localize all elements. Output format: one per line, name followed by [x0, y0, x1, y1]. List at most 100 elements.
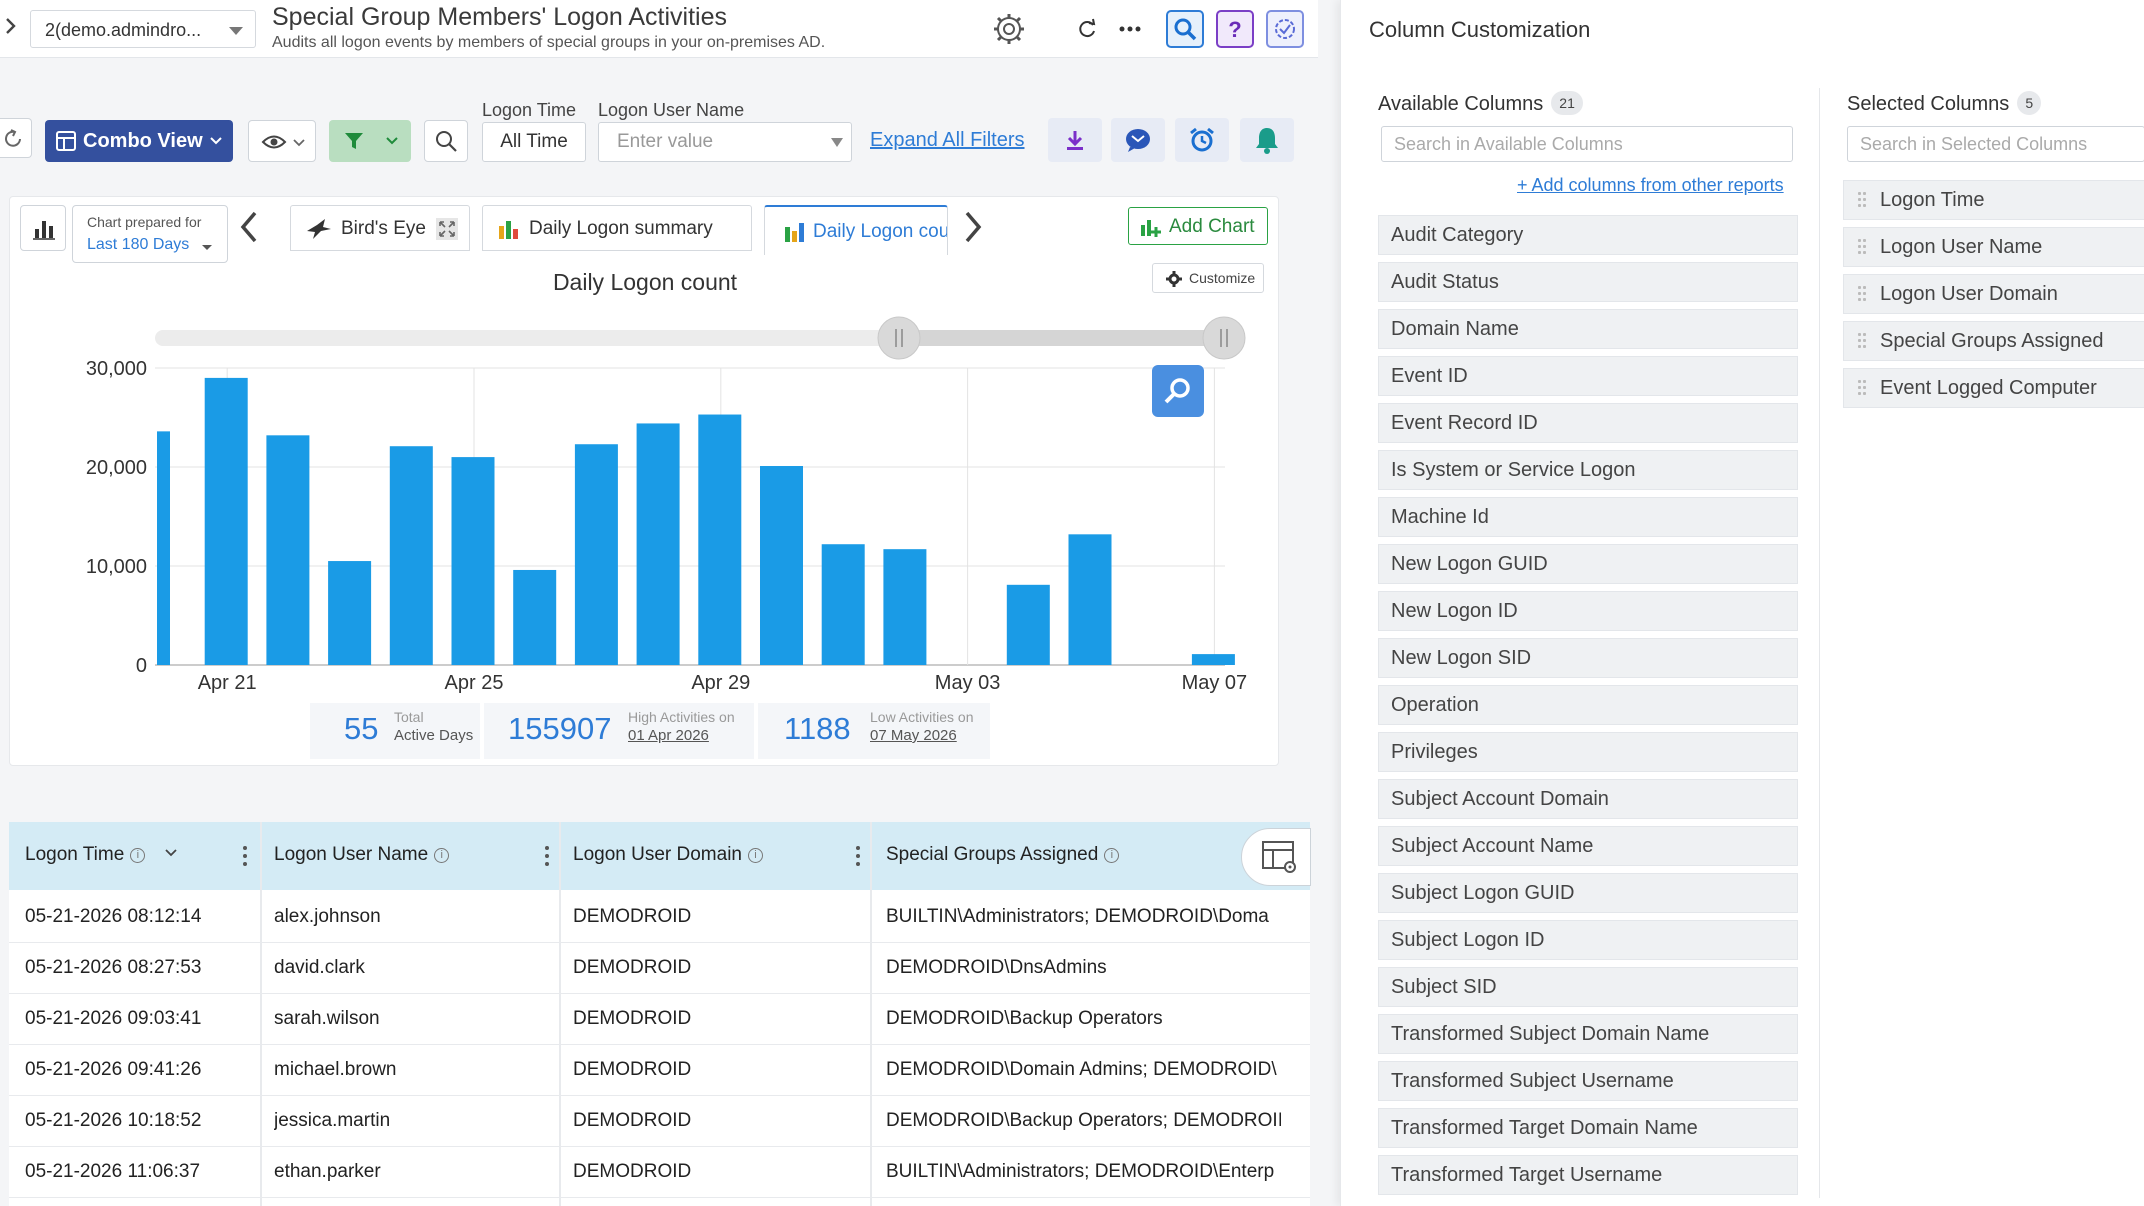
available-column-item[interactable]: Operation [1378, 685, 1798, 725]
chart-bar[interactable] [636, 423, 680, 665]
drag-handle-icon[interactable] [1858, 333, 1868, 349]
table-cell: 05-21-2026 10:18:52 [25, 1110, 202, 1131]
chart-bar[interactable] [451, 457, 495, 665]
table-row[interactable]: 05-21-2026 08:12:14 alex.johnson DEMODROID… [9, 892, 1310, 943]
available-column-item[interactable]: Event ID [1378, 356, 1798, 396]
available-column-item[interactable]: New Logon ID [1378, 591, 1798, 631]
chart-bar[interactable] [1006, 584, 1050, 665]
filter-button[interactable] [329, 120, 411, 162]
available-column-item[interactable]: Transformed Subject Username [1378, 1061, 1798, 1101]
available-column-item[interactable]: Transformed Subject Domain Name [1378, 1014, 1798, 1054]
column-header-logon-user-name[interactable]: Logon User Name i [274, 844, 450, 866]
chart-bar[interactable] [513, 569, 557, 665]
chart-bar[interactable] [328, 561, 372, 665]
chart-bar[interactable] [157, 431, 170, 665]
logon-time-select[interactable]: All Time [482, 122, 586, 162]
chevron-right-icon[interactable] [4, 14, 26, 42]
chart-bar[interactable] [1191, 654, 1235, 665]
table-cell: alex.johnson [274, 906, 381, 927]
table-row[interactable]: 05-21-2026 09:03:41 sarah.wilson DEMODROID… [9, 994, 1310, 1045]
x-tick-label: May 07 [1182, 672, 1248, 694]
alert-bell-button[interactable] [1240, 118, 1294, 162]
domain-select[interactable]: 2(demo.admindro... [30, 10, 256, 48]
zoom-button[interactable] [1152, 365, 1204, 417]
available-column-item[interactable]: Subject Logon GUID [1378, 873, 1798, 913]
selected-search-input[interactable]: Search in Selected Columns [1847, 126, 2144, 162]
table-row[interactable]: 05-21-2026 11:06:37 ethan.parker DEMODROID… [9, 1147, 1310, 1198]
chart-bar[interactable] [1068, 534, 1112, 665]
available-column-item[interactable]: Transformed Target Username [1378, 1155, 1798, 1195]
selected-column-item[interactable]: Special Groups Assigned [1843, 321, 2144, 361]
column-menu-icon[interactable] [855, 844, 861, 868]
lightbulb-gear-icon[interactable] [990, 10, 1028, 48]
drag-handle-icon[interactable] [1858, 239, 1868, 255]
table-row[interactable]: 05-21-2026 09:41:26 michael.brown DEMODROI… [9, 1045, 1310, 1096]
column-menu-icon[interactable] [544, 844, 550, 868]
available-column-item[interactable]: Subject SID [1378, 967, 1798, 1007]
available-column-item[interactable]: New Logon GUID [1378, 544, 1798, 584]
available-column-item[interactable]: Event Record ID [1378, 403, 1798, 443]
sort-desc-icon[interactable] [164, 849, 177, 857]
drag-handle-icon[interactable] [1858, 380, 1868, 396]
available-column-item[interactable]: Audit Category [1378, 215, 1798, 255]
refresh-icon[interactable] [1068, 10, 1106, 48]
chart-bar[interactable] [204, 377, 248, 665]
table-row[interactable]: 05-21-2026 08:27:53 david.clark DEMODROID D… [9, 943, 1310, 994]
column-settings-button[interactable] [1241, 828, 1311, 886]
search-icon[interactable] [1166, 10, 1204, 48]
table-row[interactable]: 05-21-2026 10:18:52 jessica.martin DEMODRO… [9, 1096, 1310, 1147]
selected-column-item[interactable]: Logon Time [1843, 180, 2144, 220]
task-check-icon[interactable] [1266, 10, 1304, 48]
available-column-item[interactable]: Subject Account Domain [1378, 779, 1798, 819]
chart-bar[interactable] [760, 466, 803, 665]
range-slider-handle[interactable] [1202, 316, 1246, 360]
selected-column-label: Logon User Name [1880, 236, 2043, 258]
search-filter-button[interactable] [424, 120, 468, 162]
available-column-item[interactable]: Machine Id [1378, 497, 1798, 537]
column-menu-icon[interactable] [242, 844, 248, 868]
drag-handle-icon[interactable] [1858, 286, 1868, 302]
range-slider-handle[interactable] [877, 316, 921, 360]
range-slider-selection[interactable] [898, 330, 1235, 346]
message-button[interactable] [1111, 118, 1165, 162]
y-tick-label: 0 [136, 655, 147, 677]
kpi-label: Total [394, 709, 424, 725]
available-column-item[interactable]: Subject Logon ID [1378, 920, 1798, 960]
available-column-item[interactable]: Audit Status [1378, 262, 1798, 302]
add-columns-link[interactable]: + Add columns from other reports [1517, 175, 1784, 196]
table-cell: david.clark [274, 957, 365, 978]
kpi-date-link[interactable]: 01 Apr 2026 [628, 727, 709, 744]
chart-bar[interactable] [821, 544, 865, 665]
chart-bar[interactable] [883, 549, 927, 665]
column-header-logon-time[interactable]: Logon Time i [25, 844, 177, 866]
available-column-item[interactable]: Subject Account Name [1378, 826, 1798, 866]
view-toggle-button[interactable] [248, 120, 316, 162]
available-column-item[interactable]: Domain Name [1378, 309, 1798, 349]
drag-handle-icon[interactable] [1858, 192, 1868, 208]
selected-column-item[interactable]: Event Logged Computer [1843, 368, 2144, 408]
table-cell: DEMODROID\DnsAdmins [886, 957, 1107, 978]
kpi-value: 1188 [784, 711, 851, 746]
column-header-logon-user-domain[interactable]: Logon User Domain i [573, 844, 763, 866]
chart-bar[interactable] [574, 444, 618, 665]
kpi-date-link[interactable]: 07 May 2026 [870, 727, 957, 744]
available-column-item[interactable]: Transformed Target Domain Name [1378, 1108, 1798, 1148]
column-header-special-groups[interactable]: Special Groups Assigned i [886, 844, 1120, 866]
available-column-item[interactable]: Privileges [1378, 732, 1798, 772]
selected-column-item[interactable]: Logon User Domain [1843, 274, 2144, 314]
chart-bar[interactable] [389, 446, 433, 665]
expand-all-filters-link[interactable]: Expand All Filters [870, 129, 1025, 152]
chart-bar[interactable] [266, 435, 310, 665]
available-column-item[interactable]: New Logon SID [1378, 638, 1798, 678]
more-options-icon[interactable] [1111, 10, 1149, 48]
schedule-alarm-button[interactable] [1175, 118, 1229, 162]
download-button[interactable] [1048, 118, 1102, 162]
logon-user-input[interactable]: Enter value [598, 122, 852, 162]
available-column-item[interactable]: Is System or Service Logon [1378, 450, 1798, 490]
chart-bar[interactable] [698, 414, 742, 665]
available-search-input[interactable]: Search in Available Columns [1381, 126, 1793, 162]
help-icon[interactable]: ? [1216, 10, 1254, 48]
reset-button[interactable] [0, 118, 32, 158]
selected-column-item[interactable]: Logon User Name [1843, 227, 2144, 267]
combo-view-button[interactable]: Combo View [45, 120, 233, 162]
